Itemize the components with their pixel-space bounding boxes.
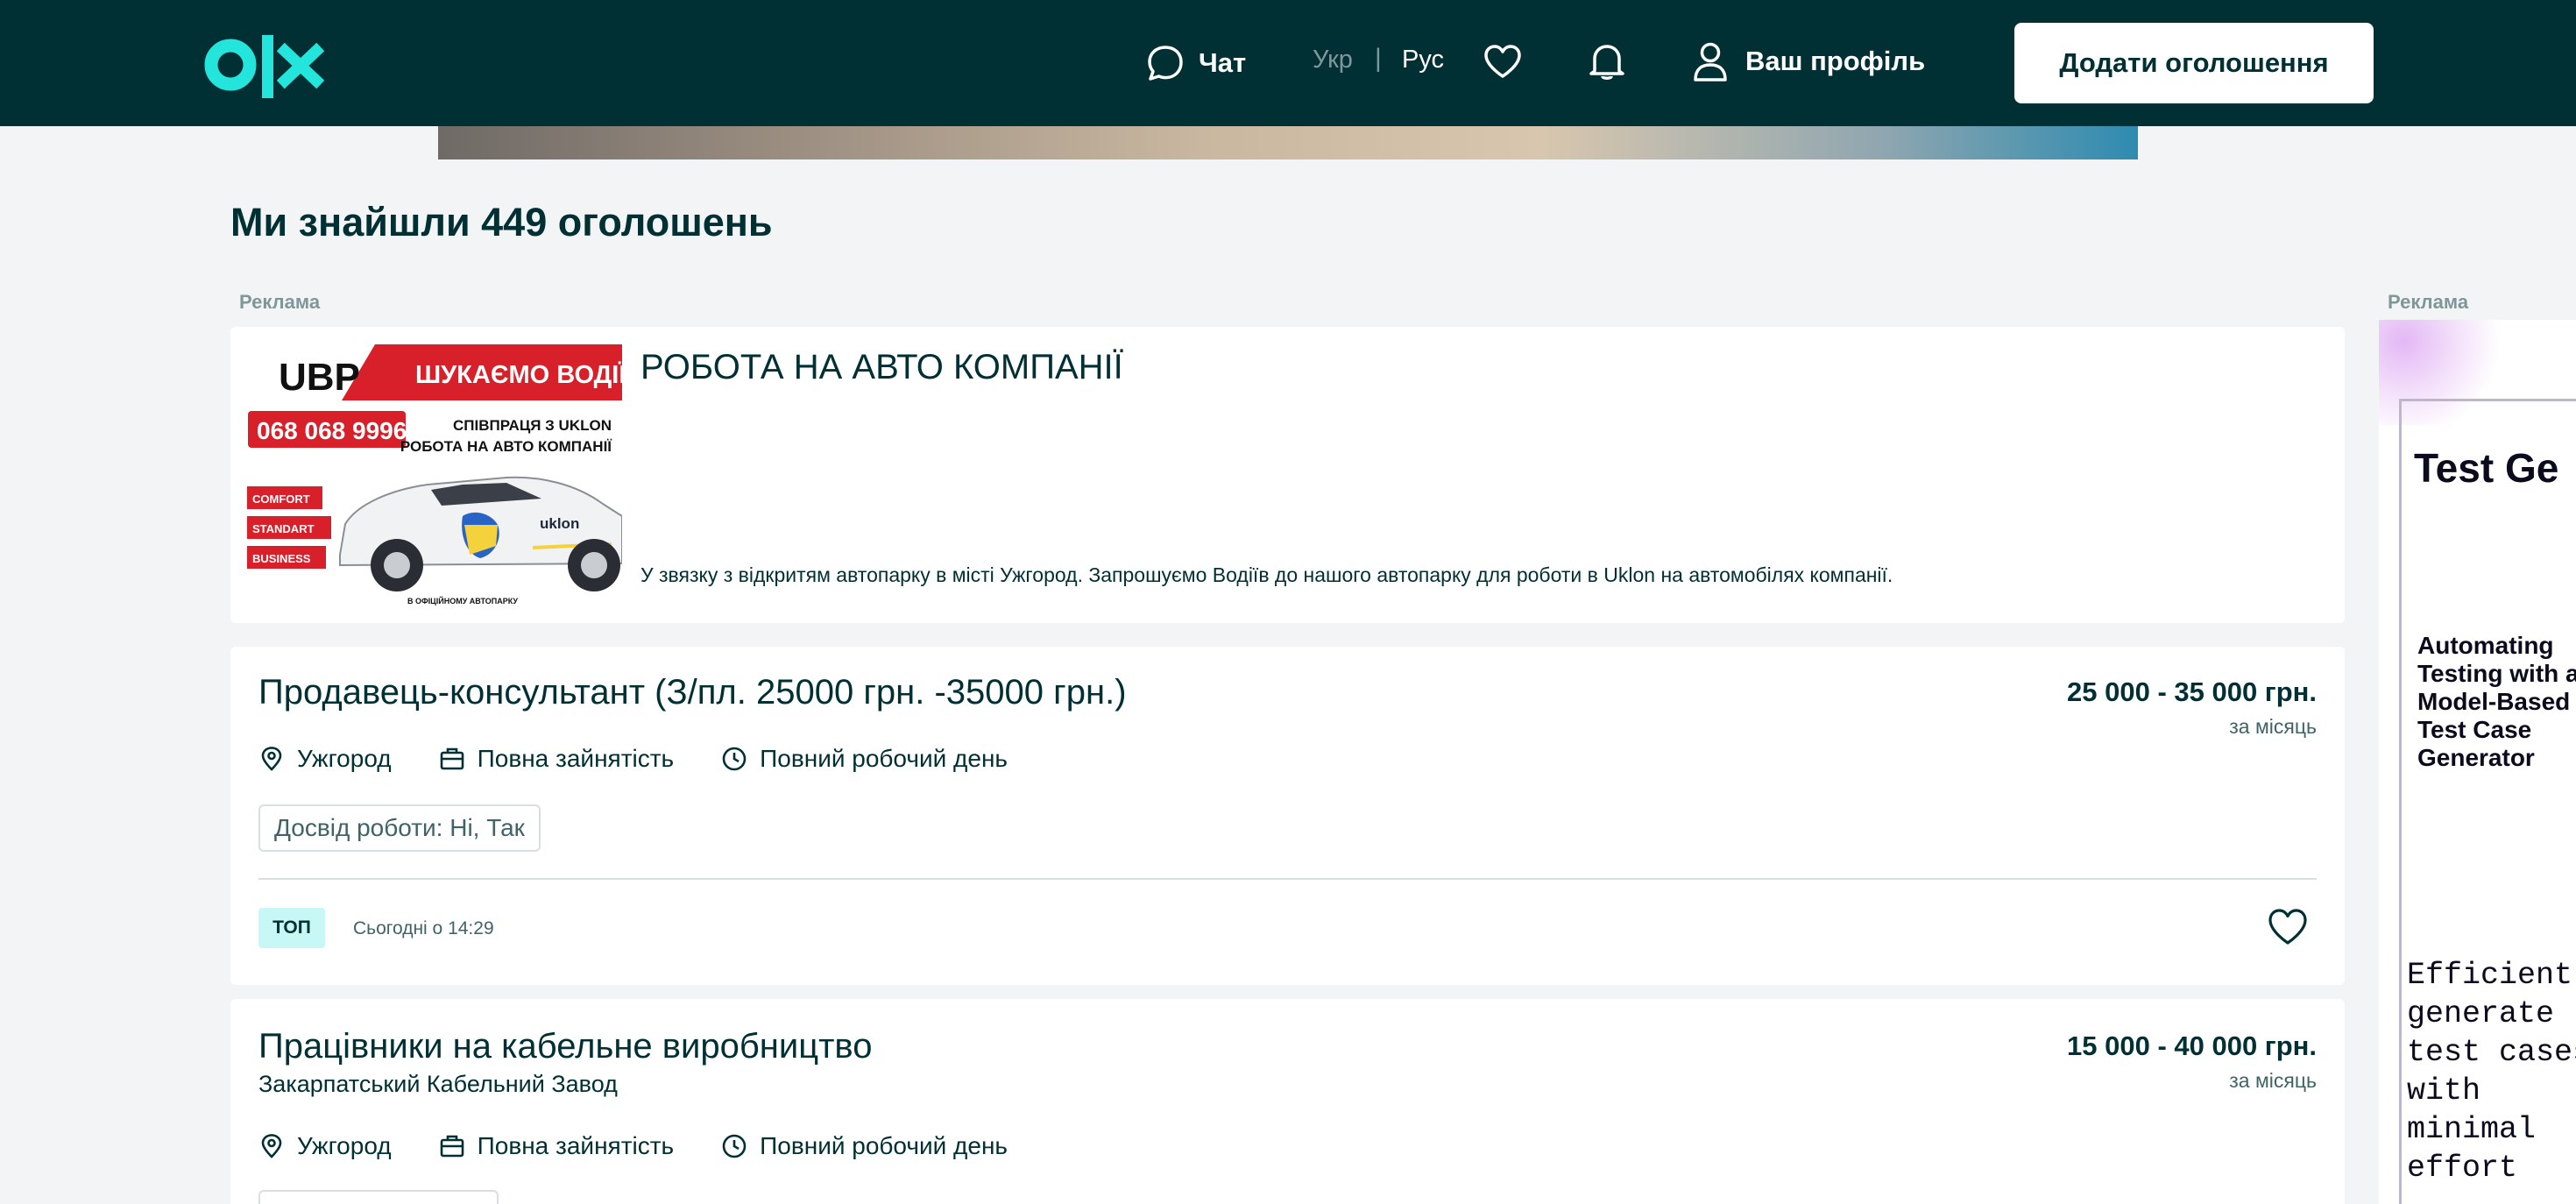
job-title[interactable]: Працівники на кабельне виробництво	[258, 1027, 872, 1066]
side-ad-subtitle: Automating Testing with a Model-Based Te…	[2417, 632, 2576, 771]
side-ad-label: Реклама	[2388, 291, 2469, 313]
salary-period: за місяць	[2229, 715, 2317, 738]
user-icon	[1694, 42, 1727, 81]
svg-text:СПІВПРАЦЯ З UKLON: СПІВПРАЦЯ З UKLON	[453, 417, 612, 434]
lang-separator: |	[1375, 44, 1382, 73]
side-ad-title: Test Ge	[2414, 445, 2559, 491]
svg-text:ШУКАЄМО ВОДІЇВ: ШУКАЄМО ВОДІЇВ	[415, 360, 622, 389]
promo-ad-description: У звязку з відкритям автопарку в місті У…	[640, 563, 1893, 586]
employment-type: Повна зайнятість	[439, 1132, 674, 1160]
svg-text:STANDART: STANDART	[252, 522, 315, 535]
schedule: Повний робочий день	[721, 745, 1008, 773]
add-listing-button[interactable]: Додати оголошення	[2014, 23, 2374, 103]
posted-date: Сьогодні о 14:29	[353, 918, 494, 938]
olx-logo[interactable]	[204, 32, 330, 98]
card-divider	[258, 878, 2317, 880]
promo-ad-graphic: UBP ШУКАЄМО ВОДІЇВ 068 068 9996 СПІВПРАЦ…	[244, 344, 622, 607]
location: Ужгород	[258, 745, 392, 773]
salary-period: за місяць	[2229, 1069, 2317, 1092]
side-ad-banner[interactable]: Test Ge Automating Testing with a Model-…	[2379, 320, 2576, 1204]
employment-type: Повна зайнятість	[439, 745, 674, 773]
location-pin-icon	[261, 1134, 282, 1158]
clock-icon	[722, 1134, 747, 1158]
salary: 15 000 - 40 000 грн.	[2067, 1030, 2317, 1061]
company-name: Закарпатський Кабельний Завод	[258, 1071, 618, 1097]
page-title: Ми знайшли 449 оголошень	[230, 200, 773, 244]
experience-tag	[258, 1190, 499, 1204]
job-title[interactable]: Продавець-консультант (З/пл. 25000 грн. …	[258, 673, 1127, 712]
svg-text:UBP: UBP	[279, 356, 360, 399]
promo-ad-card[interactable]: UBP ШУКАЄМО ВОДІЇВ 068 068 9996 СПІВПРАЦ…	[230, 327, 2345, 623]
lang-rus-link[interactable]: Рус	[1402, 46, 1444, 74]
svg-text:uklon: uklon	[540, 515, 579, 532]
experience-tag: Досвід роботи: Ні, Так	[258, 804, 541, 852]
ad-label: Реклама	[239, 291, 321, 313]
schedule: Повний робочий день	[721, 1132, 1008, 1160]
chat-label: Чат	[1199, 47, 1247, 78]
job-listing-card[interactable]: Працівники на кабельне виробництво Закар…	[230, 999, 2345, 1204]
favorite-button[interactable]	[2268, 908, 2308, 946]
location-pin-icon	[261, 747, 282, 771]
svg-text:BUSINESS: BUSINESS	[252, 552, 311, 565]
chat-link[interactable]: Чат	[1146, 42, 1246, 84]
location: Ужгород	[258, 1132, 392, 1160]
job-listing-card[interactable]: Продавець-консультант (З/пл. 25000 грн. …	[230, 647, 2345, 985]
profile-label: Ваш профіль	[1745, 46, 1926, 76]
promo-ad-image[interactable]: UBP ШУКАЄМО ВОДІЇВ 068 068 9996 СПІВПРАЦ…	[244, 344, 622, 607]
briefcase-icon	[440, 747, 464, 770]
clock-icon	[722, 747, 747, 771]
heart-icon[interactable]	[1483, 44, 1522, 79]
salary: 25 000 - 35 000 грн.	[2067, 676, 2317, 707]
heart-icon	[2268, 909, 2307, 945]
job-meta: Ужгород Повна зайнятість Повний робочий …	[258, 1132, 1055, 1160]
svg-text:COMFORT: COMFORT	[252, 492, 310, 506]
briefcase-icon	[440, 1135, 464, 1158]
chat-icon	[1148, 46, 1183, 81]
job-meta: Ужгород Повна зайнятість Повний робочий …	[258, 745, 1055, 773]
hero-banner[interactable]	[438, 126, 2138, 159]
bell-icon[interactable]	[1589, 42, 1624, 81]
lang-ukr-link[interactable]: Укр	[1313, 46, 1353, 74]
top-badge: ТОП	[258, 908, 325, 948]
svg-text:РОБОТА НА АВТО КОМПАНІЇ: РОБОТА НА АВТО КОМПАНІЇ	[400, 438, 612, 455]
svg-text:068 068 9996: 068 068 9996	[257, 417, 407, 444]
top-header: Чат Укр | Рус Ваш профіль Додати оголоше…	[0, 0, 2576, 126]
promo-ad-title[interactable]: РОБОТА НА АВТО КОМПАНІЇ	[640, 348, 1123, 387]
profile-link[interactable]: Ваш профіль	[1693, 40, 1925, 82]
svg-text:В ОФІЦІЙНОМУ АВТОПАРКУ: В ОФІЦІЙНОМУ АВТОПАРКУ	[407, 596, 518, 606]
side-ad-body: Efficiently generate test cases with min…	[2407, 958, 2576, 1186]
